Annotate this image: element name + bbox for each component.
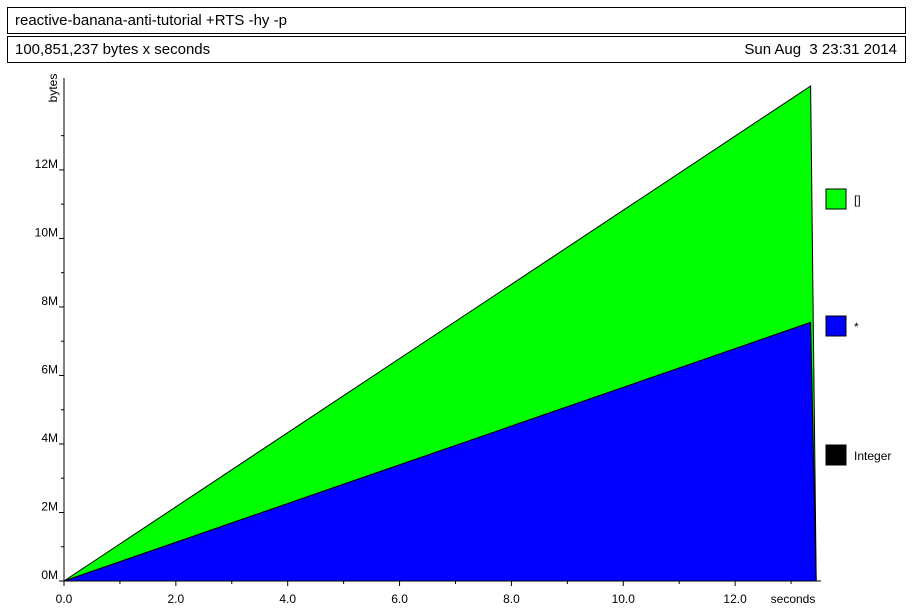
y-tick-label: 6M [41, 362, 58, 376]
y-axis-label: bytes [46, 74, 60, 103]
legend-label: * [854, 320, 859, 334]
y-tick-label: 0M [41, 568, 58, 582]
y-tick-label: 4M [41, 431, 58, 445]
y-tick-label: 8M [41, 294, 58, 308]
legend-label: Integer [854, 449, 891, 463]
legend-swatch [825, 444, 847, 466]
y-tick-label: 2M [41, 499, 58, 513]
x-tick-label: 4.0 [279, 592, 296, 606]
x-tick-label: 12.0 [723, 592, 747, 606]
heap-profile-chart: 0M 2M 4M 6M 8M 10M 12M 0.0 2.0 4.0 6.0 8.0 10.0 12.0 s… [35, 74, 892, 606]
x-tick-label: 8.0 [503, 592, 520, 606]
legend-label: [] [854, 193, 861, 207]
x-tick-label: 0.0 [56, 592, 73, 606]
y-tick-label: 12M [35, 157, 58, 171]
x-axis-label: seconds [771, 592, 816, 606]
x-tick-label: 10.0 [612, 592, 636, 606]
legend-swatch [825, 315, 847, 337]
y-tick-label: 10M [35, 225, 58, 239]
legend: [] * Integer [825, 188, 891, 466]
x-tick-label: 2.0 [168, 592, 185, 606]
legend-swatch [825, 188, 847, 210]
area-layer [63, 85, 817, 582]
x-tick-label: 6.0 [391, 592, 408, 606]
